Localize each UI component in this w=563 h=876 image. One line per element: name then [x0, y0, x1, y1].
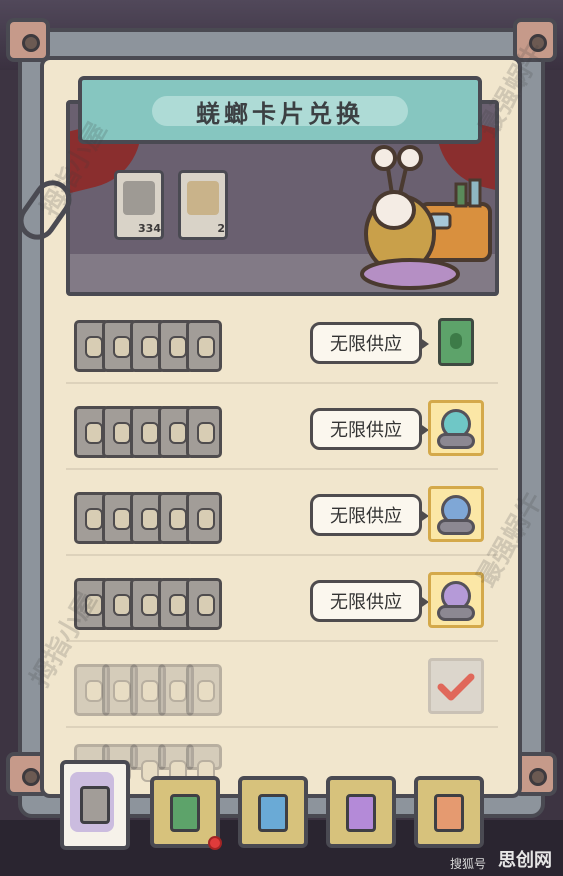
- reward-teal-badge-button[interactable]: [428, 400, 484, 456]
- beetle-card-icon: [186, 320, 222, 372]
- grey-beetle-card-icon: [80, 786, 110, 824]
- cost-cards: [74, 492, 244, 548]
- beetle-card-icon: [186, 578, 222, 630]
- green-beetle-card-icon: [170, 794, 200, 832]
- title-banner: 蜣螂卡片兑换: [78, 76, 482, 144]
- resource-beetle-card: 334: [114, 170, 164, 240]
- cost-cards: [74, 406, 244, 462]
- tab-grey-beetle[interactable]: [60, 760, 130, 850]
- exchange-row-partial[interactable]: [66, 730, 498, 782]
- reward-blue-badge-button[interactable]: [428, 486, 484, 542]
- purple-beetle-card-icon: [346, 794, 376, 832]
- rock-icon: [187, 181, 219, 215]
- badge-base: [437, 519, 475, 535]
- checkmark-icon: [437, 673, 475, 701]
- exchange-row-claimed[interactable]: [66, 644, 498, 728]
- resource-count: 334: [138, 222, 161, 235]
- beetle-card-icon: [186, 406, 222, 458]
- supply-label: 无限供应: [310, 580, 429, 622]
- beetle-card-icon: [186, 492, 222, 544]
- tab-orange-beetle[interactable]: [414, 776, 484, 848]
- resource-count: 2: [217, 222, 225, 235]
- orange-beetle-card-icon: [434, 794, 464, 832]
- tab-blue-beetle[interactable]: [238, 776, 308, 848]
- exchange-row[interactable]: 无限供应: [66, 558, 498, 642]
- badge-base: [437, 605, 475, 621]
- snail-merchant-illustration: [360, 145, 492, 290]
- notification-dot: [208, 836, 222, 850]
- frame-corner-bolt-icon: [6, 18, 50, 62]
- reward-claimed-button[interactable]: [428, 658, 484, 714]
- supply-label: 无限供应: [310, 322, 429, 364]
- beetle-card-icon: [186, 744, 222, 782]
- exchange-row[interactable]: 无限供应: [66, 300, 498, 384]
- supply-label: 无限供应: [310, 408, 429, 450]
- page-title: 蜣螂卡片兑换: [152, 96, 408, 128]
- blue-beetle-card-icon: [258, 794, 288, 832]
- badge-base: [437, 433, 475, 449]
- cost-cards: [74, 664, 244, 720]
- beetle-card-icon: [186, 664, 222, 716]
- reward-green-card-button[interactable]: [428, 314, 484, 370]
- site-logo: 思创网: [498, 850, 552, 871]
- exchange-row[interactable]: 无限供应: [66, 472, 498, 556]
- cost-cards: [74, 320, 244, 376]
- resource-rock-card: 2: [178, 170, 228, 240]
- exchange-row[interactable]: 无限供应: [66, 386, 498, 470]
- beetle-icon: [123, 181, 155, 215]
- green-card-icon: [438, 318, 474, 366]
- supply-label: 无限供应: [310, 494, 429, 536]
- footer-source: 搜狐号: [450, 857, 487, 871]
- tab-purple-beetle[interactable]: [326, 776, 396, 848]
